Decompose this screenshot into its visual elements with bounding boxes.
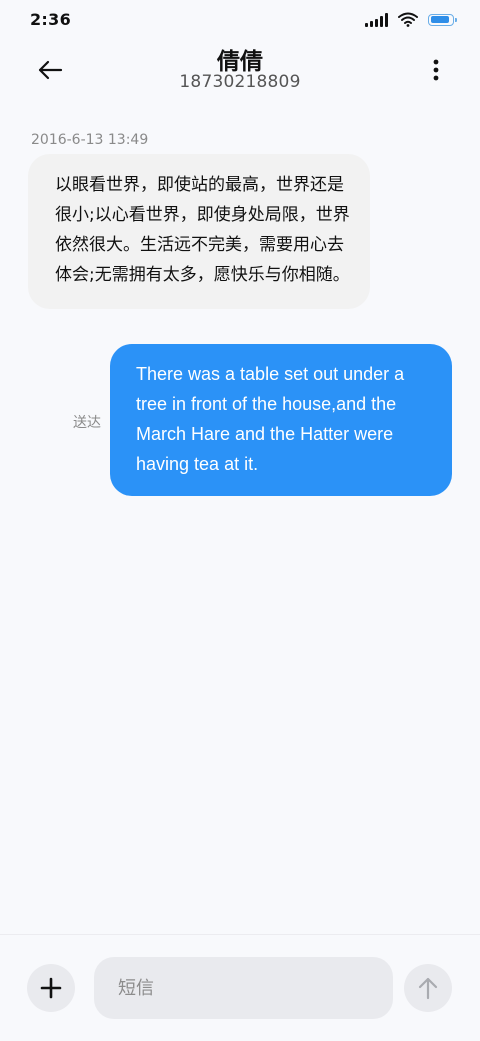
signal-icon [365, 12, 388, 27]
status-bar: 2:36 [0, 0, 480, 40]
send-button[interactable] [404, 964, 452, 1012]
status-time: 2:36 [30, 10, 71, 29]
incoming-message-text: 以眼看世界，即使站的最高，世界还是很小;以心看世界，即使身处局限，世界依然很大。… [55, 175, 350, 285]
outgoing-message-bubble[interactable]: There was a table set out under a tree i… [110, 344, 452, 496]
battery-fill [430, 16, 449, 23]
message-input[interactable] [94, 957, 393, 1019]
message-timestamp: 2016-6-13 13:49 [31, 132, 149, 148]
message-list[interactable]: 2016-6-13 13:49 以眼看世界，即使站的最高，世界还是很小;以心看世… [0, 120, 480, 930]
status-icons [365, 12, 457, 27]
arrow-up-icon [418, 977, 438, 1000]
wifi-icon [398, 12, 418, 27]
contact-name: 倩倩 [217, 49, 263, 75]
contact-number: 18730218809 [179, 72, 301, 92]
add-attachment-button[interactable] [27, 964, 75, 1012]
incoming-message-bubble[interactable]: 以眼看世界，即使站的最高，世界还是很小;以心看世界，即使身处局限，世界依然很大。… [28, 154, 370, 309]
outgoing-message-text: There was a table set out under a tree i… [136, 364, 405, 474]
conversation-header: 倩倩 18730218809 [0, 40, 480, 100]
battery-icon [428, 13, 457, 26]
more-options-button[interactable] [424, 50, 448, 90]
more-vertical-icon [433, 59, 439, 81]
delivery-status: 送达 [73, 415, 101, 431]
plus-icon [40, 977, 62, 999]
compose-bar [0, 934, 480, 1041]
